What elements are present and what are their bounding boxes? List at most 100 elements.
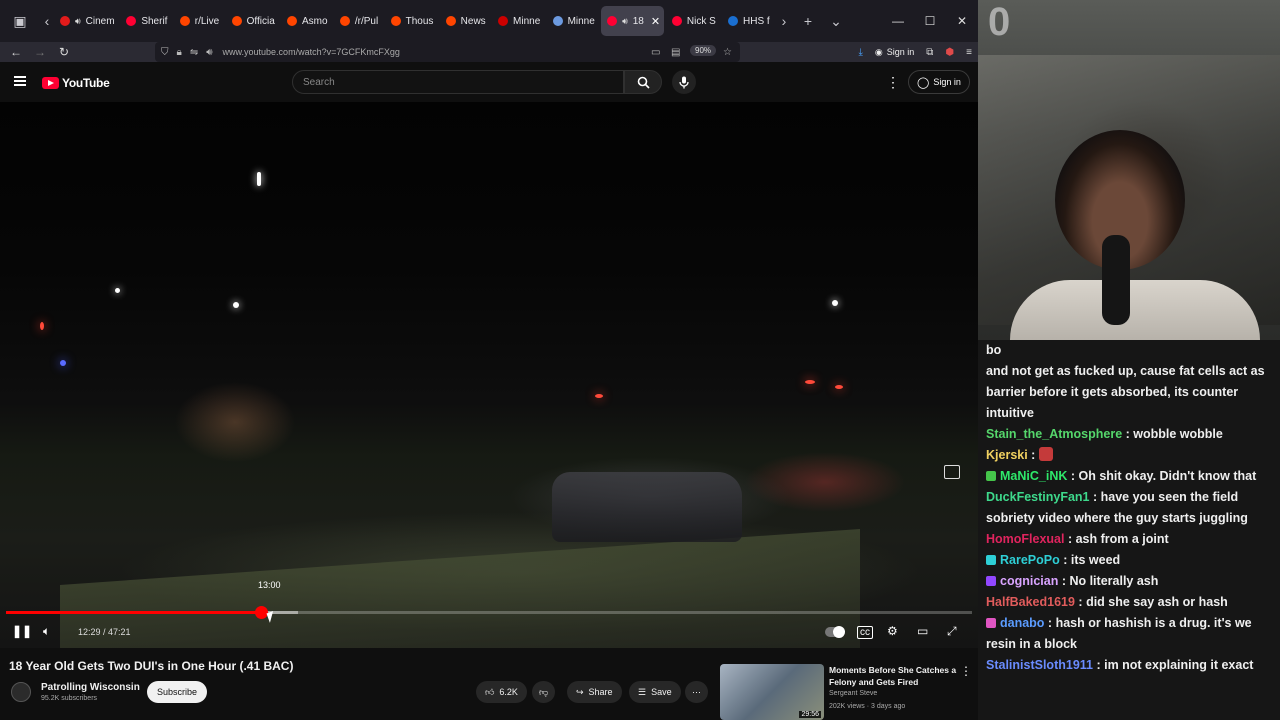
chat-separator: : xyxy=(1092,658,1105,672)
permissions-icon[interactable]: ⇋ xyxy=(190,47,198,58)
youtube-play-icon xyxy=(42,77,59,89)
channel-name[interactable]: Patrolling Wisconsin xyxy=(41,682,140,693)
maximize-icon[interactable]: ☐ xyxy=(914,14,946,28)
voice-search-button[interactable] xyxy=(672,70,696,94)
browser-tab[interactable]: r/Live xyxy=(174,6,224,36)
minimize-icon[interactable]: — xyxy=(882,14,914,28)
pause-icon[interactable]: ❚❚ xyxy=(12,624,32,638)
settings-menu-icon[interactable]: ⋮ xyxy=(886,74,900,91)
scroll-tabs-left-icon[interactable]: ‹ xyxy=(40,7,54,35)
downloads-icon[interactable]: ⤓ xyxy=(858,47,862,58)
recommended-title[interactable]: Moments Before She Catches a Felony and … xyxy=(829,664,957,688)
chat-username[interactable]: danabo xyxy=(1000,616,1044,630)
chat-username[interactable]: Kjerski xyxy=(986,448,1028,462)
settings-gear-icon[interactable]: ⚙ xyxy=(887,624,898,638)
chat-separator: : xyxy=(1122,427,1134,441)
browser-tab[interactable]: News xyxy=(440,6,490,36)
chat-username[interactable]: StalinistSloth1911 xyxy=(986,658,1093,672)
chat-username[interactable]: HomoFlexual xyxy=(986,532,1065,546)
bookmark-star-icon[interactable]: ☆ xyxy=(723,47,732,58)
browser-tab[interactable]: HHS f xyxy=(722,6,774,36)
channel-avatar[interactable] xyxy=(11,682,31,702)
dislike-button[interactable]: 👎︎ xyxy=(532,681,556,703)
hamburger-menu-icon[interactable] xyxy=(14,76,26,86)
chat-text: did she say ash or hash xyxy=(1086,595,1228,609)
pip-toggle-icon[interactable]: ▭ xyxy=(651,47,660,58)
close-tab-icon[interactable]: ✕ xyxy=(651,15,660,28)
firefox-account-button[interactable]: ◉ Sign in xyxy=(875,47,914,58)
browser-tab[interactable]: Asmo xyxy=(281,6,332,36)
youtube-logo[interactable]: YouTube xyxy=(42,76,110,90)
more-actions-button[interactable]: ⋯ xyxy=(685,681,708,703)
reader-view-icon[interactable]: ▤ xyxy=(671,47,680,58)
close-window-icon[interactable]: ✕ xyxy=(946,14,978,28)
browser-tab[interactable]: Officia xyxy=(226,6,279,36)
tab-audio-icon[interactable]: 🔊︎ xyxy=(75,16,81,27)
chat-message: bo xyxy=(986,340,1280,361)
url-bar[interactable]: ⛉ 🔒︎ ⇋ 🔊︎ www.youtube.com/watch?v=7GCFKm… xyxy=(155,42,740,62)
chat-message: MaNiC_iNK : Oh shit okay. Didn't know th… xyxy=(986,466,1280,487)
extensions-icon[interactable]: ⧉ xyxy=(926,47,933,58)
lock-icon[interactable]: 🔒︎ xyxy=(177,47,182,58)
fullscreen-icon[interactable]: ⤢ xyxy=(947,624,957,639)
video-player[interactable] xyxy=(0,102,978,648)
miniplayer-icon[interactable] xyxy=(944,465,960,479)
forward-icon[interactable]: → xyxy=(28,45,52,59)
shield-icon[interactable]: ⛉ xyxy=(161,47,169,58)
browser-tab[interactable]: Minne xyxy=(547,6,600,36)
chat-badge-icon xyxy=(986,576,996,586)
speaker-icon[interactable]: 🔊︎ xyxy=(206,47,212,58)
zoom-level[interactable]: 90% xyxy=(690,45,717,56)
volume-icon[interactable]: 🔈︎ xyxy=(43,624,50,639)
tab-favicon-icon xyxy=(339,16,350,26)
video-tail-light xyxy=(805,380,815,384)
tab-label: Cinem xyxy=(85,15,115,27)
recommended-thumbnail[interactable]: 29:56 xyxy=(720,664,824,720)
tab-favicon-icon xyxy=(126,16,137,26)
like-count: 6.2K xyxy=(499,687,518,697)
subscriber-count: 95.2K subscribers xyxy=(41,695,98,702)
progress-bar[interactable] xyxy=(6,611,972,614)
browser-tab[interactable]: Nick S xyxy=(666,6,720,36)
recommended-channel[interactable]: Sergeant Steve xyxy=(829,690,877,697)
autoplay-toggle[interactable] xyxy=(825,626,845,638)
search-button[interactable] xyxy=(624,70,662,94)
theater-mode-icon[interactable]: ▭ xyxy=(917,624,928,638)
save-button[interactable]: ☰ Save xyxy=(629,681,681,703)
tab-label: Minne xyxy=(567,15,595,27)
browser-tab[interactable]: Sherif xyxy=(120,6,171,36)
chat-username[interactable]: Stain_the_Atmosphere xyxy=(986,427,1122,441)
search-input[interactable]: Search xyxy=(292,70,624,94)
tab-favicon-icon xyxy=(728,16,739,26)
share-button[interactable]: ↪ Share xyxy=(567,681,622,703)
like-button[interactable]: 👍︎ 6.2K xyxy=(476,681,527,703)
new-tab-icon[interactable]: + xyxy=(794,7,822,35)
chat-username[interactable]: HalfBaked1619 xyxy=(986,595,1075,609)
reload-icon[interactable]: ↻ xyxy=(52,45,76,59)
youtube-signin-button[interactable]: ◯ Sign in xyxy=(908,70,970,94)
chat-username[interactable]: cognician xyxy=(1000,574,1058,588)
chat-username[interactable]: DuckFestinyFan1 xyxy=(986,490,1090,504)
app-menu-icon[interactable]: ≡ xyxy=(966,47,972,58)
tab-audio-icon[interactable]: 🔊︎ xyxy=(622,16,628,27)
list-all-tabs-icon[interactable]: ⌄ xyxy=(822,7,850,35)
back-icon[interactable]: ← xyxy=(4,45,28,59)
chat-username[interactable]: MaNiC_iNK xyxy=(1000,469,1067,483)
url-text[interactable]: www.youtube.com/watch?v=7GCFKmcFXgg xyxy=(223,47,400,57)
time-display: 12:29 / 47:21 xyxy=(78,627,131,637)
tab-overview-icon[interactable]: ▣ xyxy=(0,7,40,35)
browser-tab[interactable]: Minne xyxy=(492,6,545,36)
subscribe-button[interactable]: Subscribe xyxy=(147,681,208,703)
browser-tab[interactable]: Thous xyxy=(385,6,438,36)
scroll-tabs-right-icon[interactable]: › xyxy=(774,7,794,35)
browser-tab[interactable]: /r/Pul xyxy=(334,6,383,36)
chat-message: DuckFestinyFan1 : have you seen the fiel… xyxy=(986,487,1276,529)
addon-icon[interactable]: ⬢ xyxy=(945,47,954,58)
recommended-duration: 29:56 xyxy=(799,711,821,718)
tab-favicon-icon xyxy=(445,16,456,26)
browser-tab[interactable]: 🔊︎ 18 ✕ xyxy=(601,6,664,36)
recommended-menu-icon[interactable]: ⋮ xyxy=(960,664,972,678)
captions-icon[interactable]: cc xyxy=(857,626,873,639)
chat-username[interactable]: RarePoPo xyxy=(1000,553,1060,567)
browser-tab[interactable]: 🔊︎ Cinem xyxy=(54,6,118,36)
